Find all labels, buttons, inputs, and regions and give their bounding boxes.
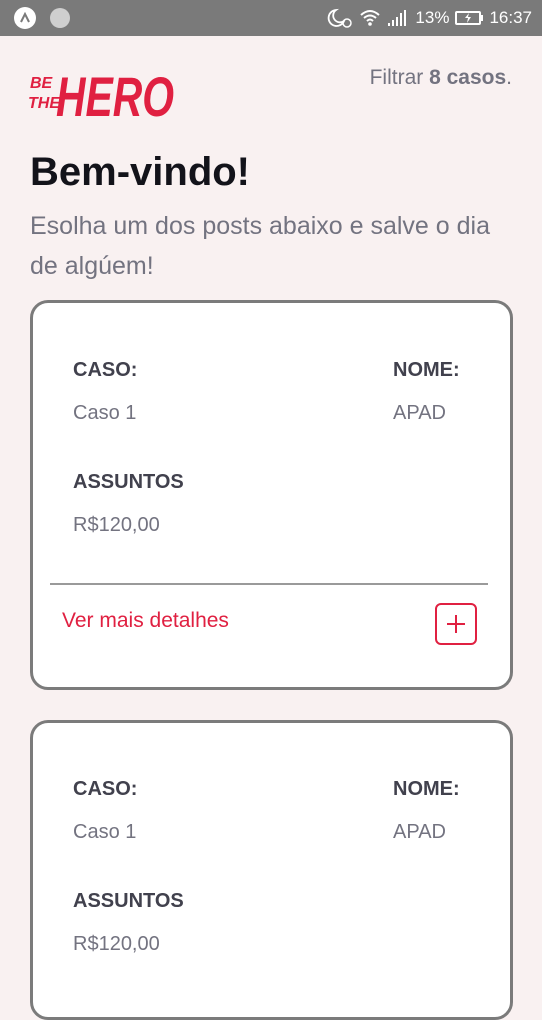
assuntos-value: R$120,00 — [73, 933, 160, 955]
nome-value: APAD — [393, 402, 446, 424]
clock: 16:37 — [489, 8, 532, 27]
nome-value: APAD — [393, 821, 446, 843]
wifi-icon — [359, 8, 381, 28]
svg-text:BE: BE — [30, 75, 54, 92]
add-button[interactable] — [435, 603, 477, 645]
filter-prefix: Filtrar — [369, 66, 424, 89]
caso-label: CASO: — [73, 359, 138, 381]
status-bar: 13% 16:37 — [0, 0, 542, 36]
caso-value: Caso 1 — [73, 402, 137, 424]
assuntos-label: ASSUNTOS — [73, 471, 184, 493]
header: BE THE HERO Filtrar 8 casos. — [28, 56, 512, 126]
card-divider — [50, 583, 488, 585]
app-icon — [14, 7, 36, 29]
dot-icon — [50, 8, 70, 28]
svg-text:HERO: HERO — [56, 65, 174, 124]
details-link[interactable]: Ver mais detalhes — [62, 609, 229, 633]
moon-alarm-icon — [327, 7, 353, 29]
case-card: CASO: Caso 1 NOME: APAD ASSUNTOS R$120,0… — [30, 300, 513, 690]
be-the-hero-logo: BE THE HERO — [28, 65, 174, 124]
page-subtitle: Esolha um dos posts abaixo e salve o dia… — [30, 212, 490, 280]
caso-label: CASO: — [73, 778, 138, 800]
filter-count-text: Filtrar 8 casos. — [370, 66, 512, 90]
assuntos-label: ASSUNTOS — [73, 890, 184, 912]
assuntos-value: R$120,00 — [73, 514, 160, 536]
battery-charging-icon — [455, 10, 484, 26]
filter-count: 8 casos — [429, 66, 507, 89]
caso-value: Caso 1 — [73, 821, 137, 843]
nome-label: NOME: — [393, 359, 460, 381]
filter-suffix: . — [506, 66, 512, 89]
signal-icon — [387, 9, 409, 27]
nome-label: NOME: — [393, 778, 460, 800]
plus-icon — [447, 615, 465, 633]
case-card: CASO: Caso 1 NOME: APAD ASSUNTOS R$120,0… — [30, 720, 513, 1020]
battery-percent: 13% — [415, 8, 450, 27]
page-title: Bem-vindo! — [30, 150, 250, 194]
